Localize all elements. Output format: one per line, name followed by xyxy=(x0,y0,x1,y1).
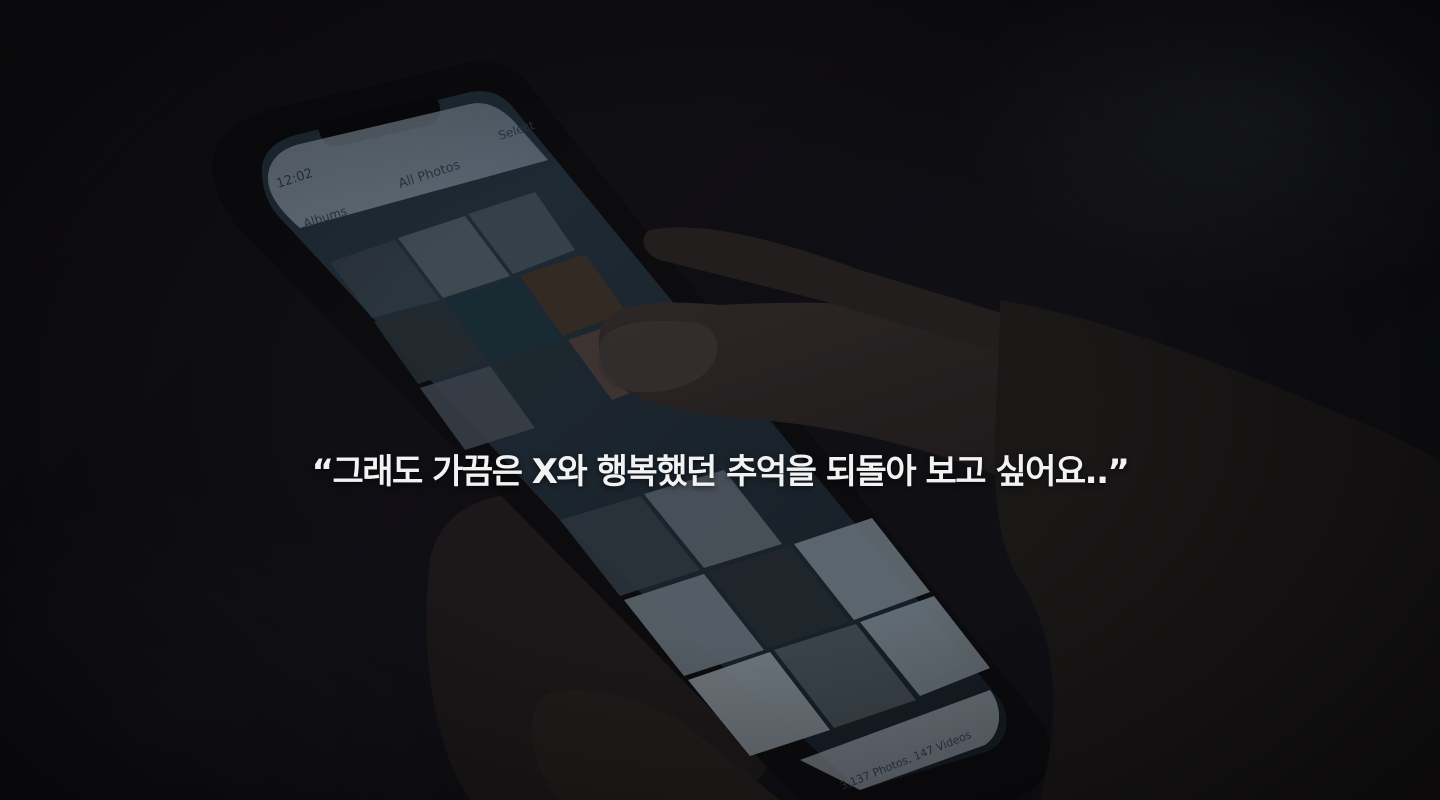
background-photo: 12:02 Albums All Photos Select 3,137 Pho… xyxy=(212,60,1440,800)
quote-caption: “그래도 가끔은 X와 행복했던 추억을 되돌아 보고 싶어요..” xyxy=(311,452,1130,492)
photo-scene: 12:02 Albums All Photos Select 3,137 Pho… xyxy=(0,0,1440,800)
hand-shape xyxy=(995,300,1440,800)
